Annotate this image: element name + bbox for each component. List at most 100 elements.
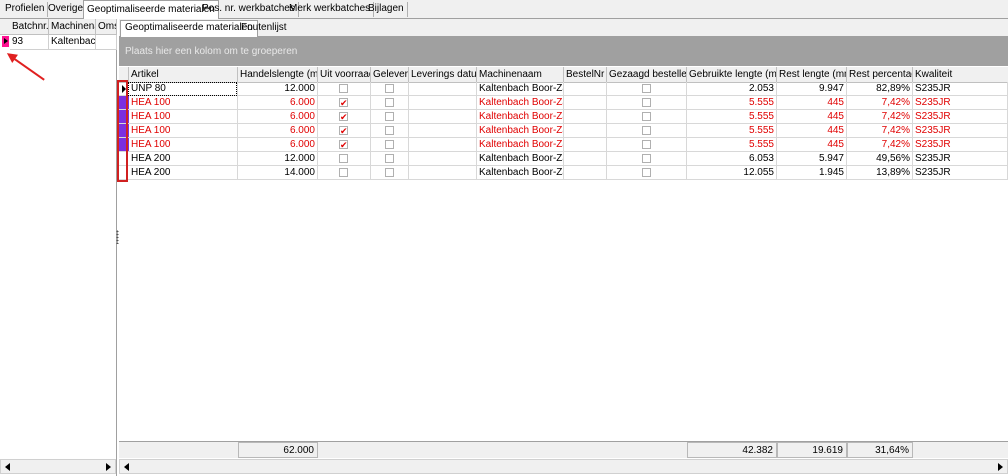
geleverd-checkbox[interactable] <box>384 112 394 121</box>
cell-bestelnr[interactable] <box>564 166 607 180</box>
gezaagd-bestellen-checkbox[interactable] <box>641 112 651 121</box>
cell-kwaliteit[interactable]: S235JR <box>913 152 1008 166</box>
cell-leverings-datum[interactable] <box>409 152 477 166</box>
geleverd-checkbox[interactable] <box>384 84 394 93</box>
scroll-left-arrow-icon[interactable] <box>5 463 10 471</box>
uit-voorraad-checkbox[interactable]: ✔ <box>339 126 348 136</box>
cell-artikel[interactable]: HEA 100 <box>129 138 238 152</box>
tab-overige[interactable]: Overige <box>45 2 88 17</box>
cell-rest-percentage[interactable]: 7,42% <box>847 138 913 152</box>
uit-voorraad-checkbox[interactable] <box>339 84 348 93</box>
cell-geleverd[interactable] <box>371 110 409 124</box>
table-row[interactable]: HEA 100 6.000 ✔ Kaltenbach Boor-Zaag 5.5… <box>119 138 1008 152</box>
table-row[interactable]: HEA 100 6.000 ✔ Kaltenbach Boor-Zaag 5.5… <box>119 96 1008 110</box>
cell-uit-voorraad[interactable]: ✔ <box>318 110 371 124</box>
col-header-leverings-datum[interactable]: Leverings datum <box>409 67 477 82</box>
cell-handelslengte[interactable]: 6.000 <box>238 110 318 124</box>
gezaagd-bestellen-checkbox[interactable] <box>641 168 651 177</box>
col-header-rest-lengte[interactable]: Rest lengte (mm) <box>777 67 847 82</box>
col-header-rest-percentage[interactable]: Rest percentage <box>847 67 913 82</box>
geleverd-checkbox[interactable] <box>384 168 394 177</box>
cell-geleverd[interactable] <box>371 82 409 96</box>
cell-rest-lengte[interactable]: 9.947 <box>777 82 847 96</box>
cell-geleverd[interactable] <box>371 152 409 166</box>
uit-voorraad-checkbox[interactable]: ✔ <box>339 98 348 108</box>
cell-geleverd[interactable] <box>371 138 409 152</box>
gezaagd-bestellen-checkbox[interactable] <box>641 140 651 149</box>
panel-splitter[interactable] <box>116 230 119 244</box>
grid-horizontal-scrollbar[interactable] <box>119 459 1008 474</box>
gezaagd-bestellen-checkbox[interactable] <box>641 126 651 135</box>
cell-geleverd[interactable] <box>371 166 409 180</box>
cell-leverings-datum[interactable] <box>409 110 477 124</box>
cell-leverings-datum[interactable] <box>409 82 477 96</box>
cell-geleverd[interactable] <box>371 124 409 138</box>
geleverd-checkbox[interactable] <box>384 154 394 163</box>
left-horizontal-scrollbar[interactable] <box>0 459 116 474</box>
cell-machinenaam[interactable]: Kaltenbach Boor-Zaag <box>477 96 564 110</box>
geleverd-checkbox[interactable] <box>384 98 394 107</box>
col-header-batchnr[interactable]: Batchnr. <box>10 19 49 35</box>
cell-kwaliteit[interactable]: S235JR <box>913 110 1008 124</box>
cell-kwaliteit[interactable]: S235JR <box>913 138 1008 152</box>
cell-gebruikte-lengte[interactable]: 5.555 <box>687 96 777 110</box>
cell-uit-voorraad[interactable] <box>318 82 371 96</box>
scroll-right-arrow-icon[interactable] <box>106 463 111 471</box>
col-header-oms[interactable]: Oms <box>96 19 117 35</box>
cell-uit-voorraad[interactable] <box>318 152 371 166</box>
cell-artikel[interactable]: HEA 200 <box>129 166 238 180</box>
cell-bestelnr[interactable] <box>564 110 607 124</box>
cell-uit-voorraad[interactable]: ✔ <box>318 96 371 110</box>
cell-rest-lengte[interactable]: 445 <box>777 96 847 110</box>
cell-leverings-datum[interactable] <box>409 124 477 138</box>
col-header-kwaliteit[interactable]: Kwaliteit <box>913 67 1008 82</box>
cell-rest-lengte[interactable]: 1.945 <box>777 166 847 180</box>
cell-artikel[interactable]: HEA 100 <box>129 96 238 110</box>
uit-voorraad-checkbox[interactable]: ✔ <box>339 140 348 150</box>
col-header-gebruikte-lengte[interactable]: Gebruikte lengte (mm) <box>687 67 777 82</box>
cell-gezaagd-bestellen[interactable] <box>607 166 687 180</box>
cell-gezaagd-bestellen[interactable] <box>607 152 687 166</box>
cell-rest-lengte[interactable]: 445 <box>777 138 847 152</box>
cell-kwaliteit[interactable]: S235JR <box>913 166 1008 180</box>
cell-rest-lengte[interactable]: 5.947 <box>777 152 847 166</box>
cell-rest-percentage[interactable]: 82,89% <box>847 82 913 96</box>
table-row[interactable]: HEA 100 6.000 ✔ Kaltenbach Boor-Zaag 5.5… <box>119 124 1008 138</box>
cell-machinenaam[interactable]: Kaltenbach Boor-Zaag <box>477 110 564 124</box>
cell-gezaagd-bestellen[interactable] <box>607 110 687 124</box>
batch-cell-batchnr[interactable]: 93 <box>10 35 49 50</box>
cell-gebruikte-lengte[interactable]: 6.053 <box>687 152 777 166</box>
col-header-geleverd[interactable]: Geleverd <box>371 67 409 82</box>
cell-artikel[interactable]: HEA 200 <box>129 152 238 166</box>
col-header-uit-voorraad[interactable]: Uit voorraad <box>318 67 371 82</box>
cell-uit-voorraad[interactable]: ✔ <box>318 124 371 138</box>
tab-bijlagen[interactable]: Bijlagen <box>365 2 408 17</box>
cell-bestelnr[interactable] <box>564 152 607 166</box>
cell-artikel[interactable]: HEA 100 <box>129 110 238 124</box>
cell-handelslengte[interactable]: 12.000 <box>238 152 318 166</box>
cell-machinenaam[interactable]: Kaltenbach Boor-Zaag <box>477 138 564 152</box>
uit-voorraad-checkbox[interactable] <box>339 154 348 163</box>
gezaagd-bestellen-checkbox[interactable] <box>641 98 651 107</box>
scroll-right-arrow-icon[interactable] <box>998 463 1003 471</box>
cell-leverings-datum[interactable] <box>409 166 477 180</box>
tab-pos-nr-werkbatches[interactable]: Pos. nr. werkbatches <box>199 2 299 17</box>
cell-gebruikte-lengte[interactable]: 5.555 <box>687 138 777 152</box>
cell-handelslengte[interactable]: 12.000 <box>238 82 318 96</box>
cell-handelslengte[interactable]: 6.000 <box>238 96 318 110</box>
cell-geleverd[interactable] <box>371 96 409 110</box>
cell-kwaliteit[interactable]: S235JR <box>913 96 1008 110</box>
scroll-left-arrow-icon[interactable] <box>124 463 129 471</box>
table-row[interactable]: UNP 80 12.000 Kaltenbach Boor-Zaag 2.053… <box>119 82 1008 96</box>
cell-rest-percentage[interactable]: 49,56% <box>847 152 913 166</box>
cell-leverings-datum[interactable] <box>409 138 477 152</box>
cell-machinenaam[interactable]: Kaltenbach Boor-Zaag <box>477 124 564 138</box>
geleverd-checkbox[interactable] <box>384 140 394 149</box>
current-row-indicator[interactable] <box>2 36 9 47</box>
tab-profielen[interactable]: Profielen <box>2 2 49 17</box>
cell-rest-lengte[interactable]: 445 <box>777 110 847 124</box>
cell-machinenaam[interactable]: Kaltenbach Boor-Zaag <box>477 166 564 180</box>
cell-rest-percentage[interactable]: 7,42% <box>847 110 913 124</box>
cell-rest-percentage[interactable]: 13,89% <box>847 166 913 180</box>
batch-cell-machinenaam[interactable]: Kaltenbach <box>49 35 96 50</box>
